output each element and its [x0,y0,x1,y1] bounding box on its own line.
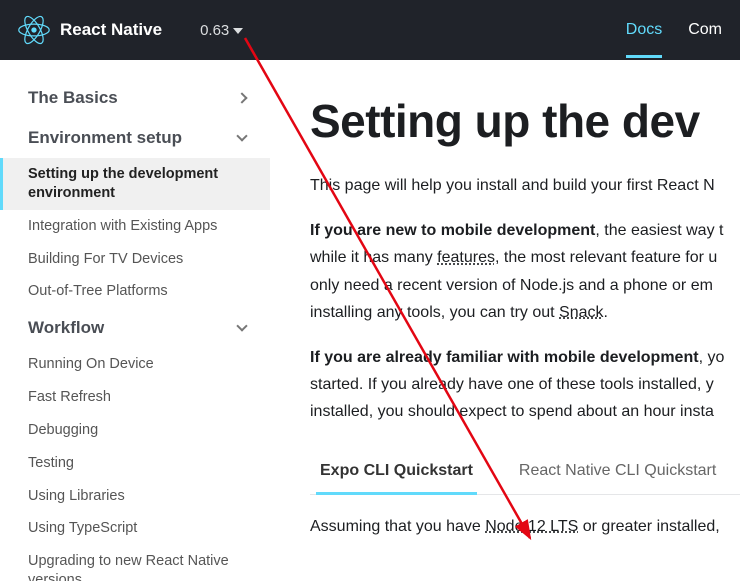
nav-docs[interactable]: Docs [626,3,662,58]
sidebar-group-workflow[interactable]: Workflow [0,308,270,348]
link-node-12-lts[interactable]: Node 12 LTS [485,518,578,535]
sidebar-item-testing[interactable]: Testing [0,447,270,480]
sidebar-group-basics[interactable]: The Basics [0,78,270,118]
top-navbar: React Native 0.63 Docs Com [0,0,740,60]
tab-rn-cli[interactable]: React Native CLI Quickstart [515,452,720,495]
react-logo-icon [18,14,50,46]
sidebar-item-integration[interactable]: Integration with Existing Apps [0,210,270,243]
paragraph-node-assumption: Assuming that you have Node 12 LTS or gr… [310,513,740,540]
chevron-down-icon [236,130,247,141]
brand[interactable]: React Native [18,14,162,46]
tab-expo-cli[interactable]: Expo CLI Quickstart [316,452,477,495]
link-features[interactable]: features [437,249,495,266]
paragraph-new-to-mobile: If you are new to mobile development, th… [310,217,740,326]
top-nav-links: Docs Com [626,3,722,58]
intro-paragraph: This page will help you install and buil… [310,172,740,199]
sidebar-item-using-typescript[interactable]: Using TypeScript [0,512,270,545]
sidebar-item-upgrading[interactable]: Upgrading to new React Native versions [0,545,270,581]
sidebar-item-setup-dev-env[interactable]: Setting up the development environment [0,158,270,210]
sidebar-item-running-on-device[interactable]: Running On Device [0,348,270,381]
sidebar-item-using-libraries[interactable]: Using Libraries [0,480,270,513]
sidebar: The Basics Environment setup Setting up … [0,60,270,581]
sidebar-group-env-setup[interactable]: Environment setup [0,118,270,158]
sidebar-item-out-of-tree[interactable]: Out-of-Tree Platforms [0,275,270,308]
brand-text: React Native [60,20,162,40]
version-dropdown[interactable]: 0.63 [200,22,243,39]
sidebar-item-tv-devices[interactable]: Building For TV Devices [0,243,270,276]
sidebar-item-debugging[interactable]: Debugging [0,414,270,447]
chevron-right-icon [236,92,247,103]
content: Setting up the dev This page will help y… [270,60,740,581]
nav-community[interactable]: Com [688,3,722,58]
version-label: 0.63 [200,22,229,39]
caret-down-icon [233,28,243,34]
link-snack[interactable]: Snack [559,304,603,321]
paragraph-already-familiar: If you are already familiar with mobile … [310,344,740,426]
page-title: Setting up the dev [310,94,740,148]
sidebar-item-fast-refresh[interactable]: Fast Refresh [0,381,270,414]
chevron-down-icon [236,321,247,332]
quickstart-tabs: Expo CLI Quickstart React Native CLI Qui… [310,452,740,495]
